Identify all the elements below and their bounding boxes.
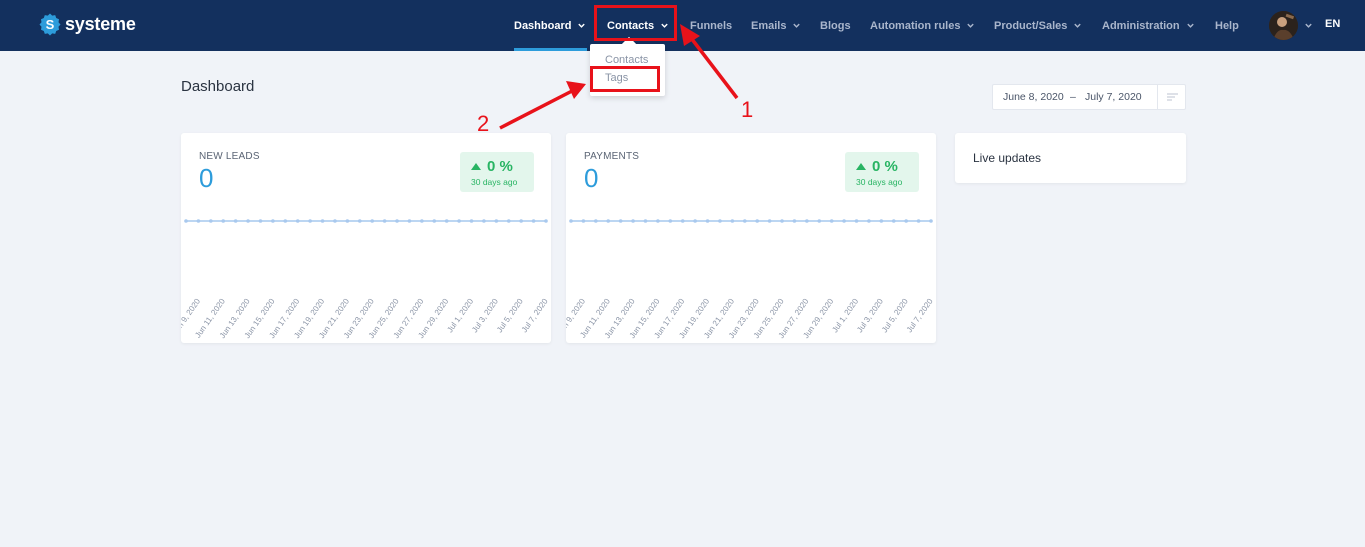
data-point <box>792 219 797 223</box>
live-updates-panel: Live updates <box>955 133 1186 183</box>
data-point <box>295 219 300 223</box>
data-point <box>569 219 573 223</box>
data-point <box>519 219 523 223</box>
date-range-start: June 8, 2020 <box>1003 91 1064 103</box>
data-point <box>705 219 710 223</box>
data-point <box>718 219 722 223</box>
data-point <box>196 219 201 223</box>
data-point <box>643 219 648 223</box>
data-point <box>854 219 859 223</box>
data-point <box>531 219 536 223</box>
data-point <box>805 219 809 223</box>
data-point <box>730 219 735 223</box>
data-point <box>656 219 660 223</box>
data-point <box>184 219 188 223</box>
live-updates-title: Live updates <box>973 151 1042 165</box>
date-range-picker[interactable]: June 8, 2020 – July 7, 2020 <box>992 84 1186 110</box>
data-point <box>680 219 685 223</box>
data-point <box>271 219 275 223</box>
data-point <box>457 219 461 223</box>
payments-card: PAYMENTS 0 0 % 30 days ago Jun 9, 2020 Ju… <box>566 133 936 343</box>
data-point <box>494 219 499 223</box>
data-point <box>916 219 921 223</box>
data-point <box>246 219 250 223</box>
data-point <box>693 219 697 223</box>
payments-chart: Jun 9, 2020Jun 11, 2020Jun 13, 2020Jun 1… <box>566 219 935 340</box>
data-point <box>742 219 747 223</box>
data-point <box>407 219 412 223</box>
data-point <box>209 219 213 223</box>
data-point <box>581 219 586 223</box>
data-point <box>469 219 474 223</box>
data-point <box>829 219 834 223</box>
data-point <box>482 219 486 223</box>
annotation-arrow-1 <box>686 32 739 100</box>
annotation-arrowhead-2 <box>566 81 586 99</box>
data-point <box>370 219 375 223</box>
data-point <box>817 219 822 223</box>
data-point <box>345 219 350 223</box>
annotation-arrowhead-1 <box>680 24 700 46</box>
data-point <box>780 219 784 223</box>
data-point <box>382 219 387 223</box>
date-range-separator: – <box>1070 91 1076 103</box>
data-point <box>444 219 449 223</box>
data-point <box>233 219 238 223</box>
data-point <box>320 219 325 223</box>
data-point <box>333 219 337 223</box>
data-point <box>606 219 611 223</box>
date-range-end: July 7, 2020 <box>1085 91 1142 103</box>
data-point <box>842 219 846 223</box>
data-point <box>755 219 760 223</box>
data-point <box>668 219 673 223</box>
annotation-arrow-2 <box>499 89 573 130</box>
data-point <box>891 219 896 223</box>
data-point <box>283 219 288 223</box>
data-point <box>258 219 263 223</box>
data-point <box>395 219 399 223</box>
data-point <box>867 219 871 223</box>
new-leads-card: NEW LEADS 0 0 % 30 days ago Jun 9, 2020 J… <box>181 133 551 343</box>
data-point <box>767 219 772 223</box>
data-point <box>929 219 933 223</box>
data-point <box>879 219 884 223</box>
data-point <box>544 219 548 223</box>
new-leads-chart: Jun 9, 2020Jun 11, 2020Jun 13, 2020Jun 1… <box>181 219 550 340</box>
date-box-divider <box>1157 85 1158 109</box>
data-point <box>631 219 635 223</box>
data-point <box>904 219 908 223</box>
data-point <box>357 219 362 223</box>
data-point <box>618 219 623 223</box>
data-point <box>221 219 226 223</box>
data-point <box>308 219 312 223</box>
data-point <box>432 219 437 223</box>
data-point <box>594 219 598 223</box>
filter-icon[interactable] <box>1166 91 1179 103</box>
data-point <box>506 219 511 223</box>
page-title: Dashboard <box>181 78 255 95</box>
annotation-number-1: 1 <box>741 97 754 122</box>
data-point <box>420 219 424 223</box>
